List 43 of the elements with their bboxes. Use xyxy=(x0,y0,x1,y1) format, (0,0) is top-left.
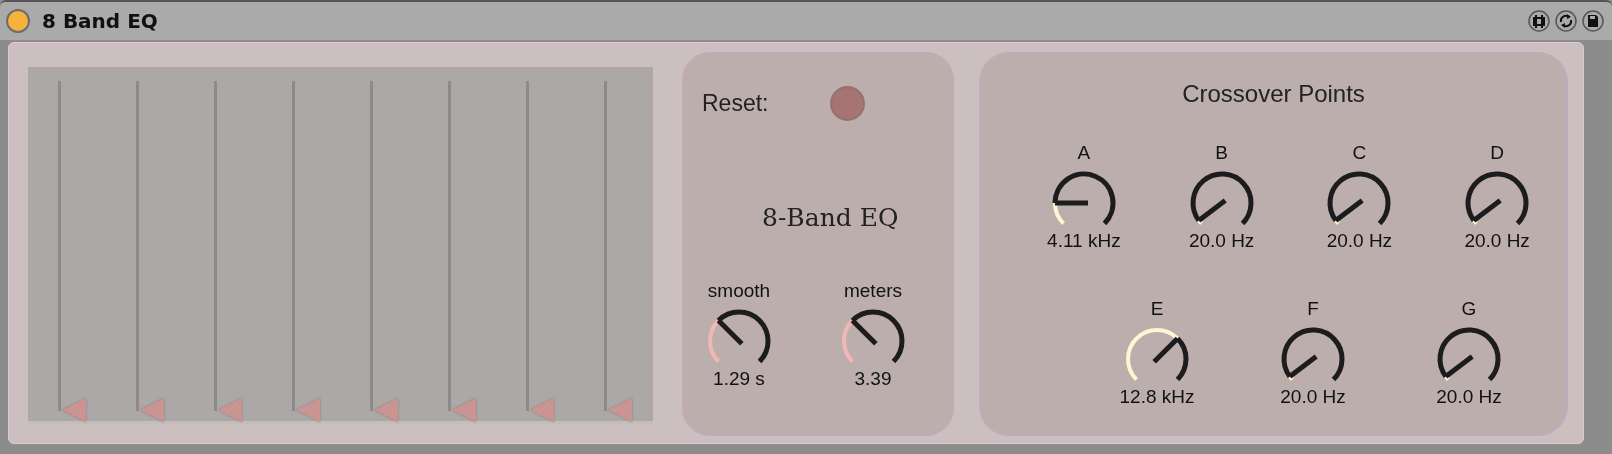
knob[interactable] xyxy=(1190,171,1254,226)
knob-label: G xyxy=(1461,298,1477,320)
knob-value: 3.39 xyxy=(854,368,892,390)
reset-label: Reset: xyxy=(702,90,769,117)
panel-title: Crossover Points xyxy=(1181,80,1366,108)
knob-value: 20.0 Hz xyxy=(1436,386,1502,408)
knob[interactable] xyxy=(1327,171,1391,226)
frame-icon[interactable] xyxy=(1528,10,1550,32)
save-icon[interactable] xyxy=(1582,10,1604,32)
device-name: 8-Band EQ xyxy=(762,203,900,232)
slider-thumb[interactable] xyxy=(452,398,476,422)
knob-value: 1.29 s xyxy=(713,368,765,390)
knob-label: B xyxy=(1215,142,1228,164)
knob-value: 12.8 kHz xyxy=(1119,386,1195,408)
knob-label: A xyxy=(1077,142,1091,164)
knob-value: 20.0 Hz xyxy=(1464,230,1530,252)
knob-label: D xyxy=(1490,142,1504,164)
slider-thumb[interactable] xyxy=(374,398,398,422)
slider-thumb[interactable] xyxy=(62,398,86,422)
slider-thumb[interactable] xyxy=(296,398,320,422)
window-title: 8 Band EQ xyxy=(42,9,158,33)
knob-value: 20.0 Hz xyxy=(1326,230,1393,252)
knob[interactable] xyxy=(1126,328,1189,382)
slider-thumb[interactable] xyxy=(140,398,164,422)
swap-arrows-icon[interactable] xyxy=(1555,10,1577,32)
knob-value: 20.0 Hz xyxy=(1188,230,1255,252)
slider-thumb[interactable] xyxy=(608,398,632,422)
knob-value: 20.0 Hz xyxy=(1280,386,1346,408)
knob-label: meters xyxy=(843,280,903,302)
knob[interactable] xyxy=(842,309,905,364)
device-on-indicator[interactable] xyxy=(6,9,30,33)
knob[interactable] xyxy=(1052,171,1116,226)
slider-thumb[interactable] xyxy=(218,398,242,422)
slider-thumb[interactable] xyxy=(530,398,554,422)
knob-label: F xyxy=(1307,298,1319,320)
knob-label: smooth xyxy=(707,280,771,302)
knob[interactable] xyxy=(1437,327,1501,382)
knob[interactable] xyxy=(708,309,771,364)
knob-label: E xyxy=(1150,298,1164,320)
knob-label: C xyxy=(1352,142,1367,164)
knob[interactable] xyxy=(1281,327,1345,382)
knob[interactable] xyxy=(1465,171,1529,226)
knob-value: 4.11 kHz xyxy=(1047,230,1121,252)
